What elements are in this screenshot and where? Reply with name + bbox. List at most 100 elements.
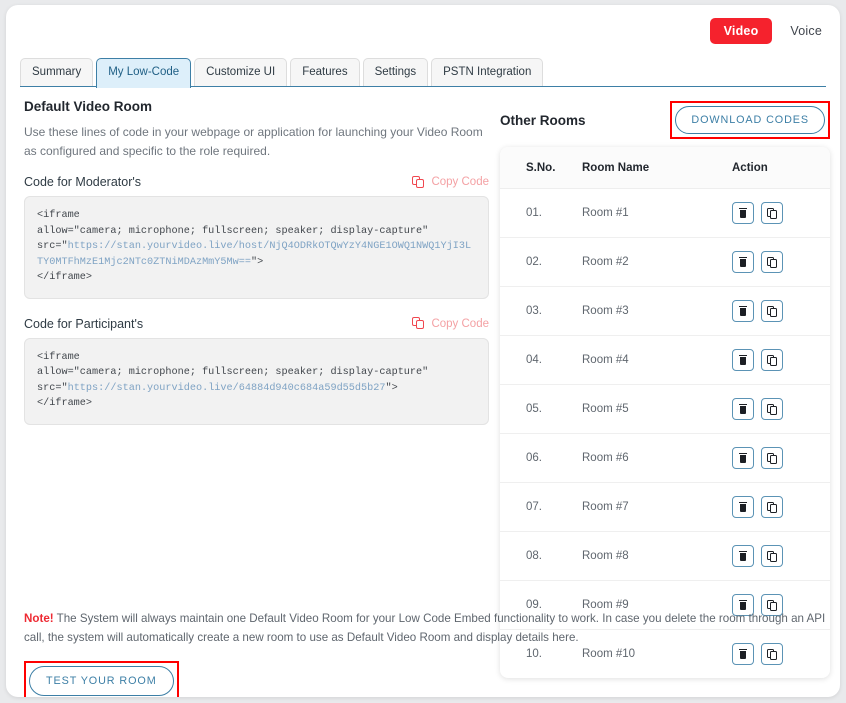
table-row: 03. Room #3: [500, 286, 830, 336]
table-row: 08. Room #8: [500, 531, 830, 581]
delete-room-button[interactable]: [732, 251, 754, 273]
table-row: 06. Room #6: [500, 433, 830, 483]
room-sno: 04.: [500, 335, 582, 385]
moderator-code-header: Code for Moderator's Copy Code: [24, 175, 489, 189]
other-rooms-header: Other Rooms DOWNLOAD CODES: [500, 99, 830, 141]
voice-toggle-button[interactable]: Voice: [786, 18, 826, 44]
rooms-table: S.No. Room Name Action 01. Room #1 02. Room…: [500, 147, 830, 678]
table-row: 01. Room #1: [500, 188, 830, 238]
trash-icon: [739, 256, 747, 268]
tab-bar: Summary My Low-Code Customize UI Feature…: [20, 57, 826, 88]
room-name: Room #5: [582, 384, 732, 434]
app-card: Video Voice Summary My Low-Code Customiz…: [6, 5, 840, 697]
participant-code-url: https://stan.yourvideo.live/64884d940c68…: [67, 382, 386, 394]
room-sno: 05.: [500, 384, 582, 434]
test-your-room-button[interactable]: TEST YOUR ROOM: [29, 666, 174, 696]
copy-room-code-button[interactable]: [761, 202, 783, 224]
tab-my-low-code[interactable]: My Low-Code: [96, 58, 192, 88]
participant-code-block[interactable]: <iframe allow="camera; microphone; fulls…: [24, 337, 489, 425]
trash-icon: [739, 452, 747, 464]
table-row: 04. Room #4: [500, 335, 830, 385]
delete-room-button[interactable]: [732, 545, 754, 567]
table-row: 07. Room #7: [500, 482, 830, 532]
note-tag: Note!: [24, 612, 54, 625]
room-name: Room #2: [582, 237, 732, 287]
tab-summary[interactable]: Summary: [20, 58, 94, 86]
room-name: Room #1: [582, 188, 732, 238]
trash-icon: [739, 501, 747, 513]
download-codes-button[interactable]: DOWNLOAD CODES: [675, 106, 825, 134]
delete-room-button[interactable]: [732, 300, 754, 322]
table-row: 05. Room #5: [500, 384, 830, 434]
delete-room-button[interactable]: [732, 202, 754, 224]
room-sno: 06.: [500, 433, 582, 483]
tab-features[interactable]: Features: [290, 58, 360, 86]
default-video-room-panel: Default Video Room Use these lines of co…: [24, 99, 489, 443]
delete-room-button[interactable]: [732, 349, 754, 371]
row-actions: [732, 300, 830, 322]
delete-room-button[interactable]: [732, 496, 754, 518]
row-actions: [732, 398, 830, 420]
footer-note-section: Note! The System will always maintain on…: [24, 609, 828, 697]
copy-room-code-button[interactable]: [761, 349, 783, 371]
video-toggle-button[interactable]: Video: [709, 18, 773, 44]
column-header-action: Action: [732, 147, 830, 189]
trash-icon: [739, 207, 747, 219]
row-actions: [732, 202, 830, 224]
moderator-copy-code-button[interactable]: Copy Code: [412, 175, 489, 189]
delete-room-button[interactable]: [732, 447, 754, 469]
trash-icon: [739, 550, 747, 562]
delete-room-button[interactable]: [732, 398, 754, 420]
room-name: Room #4: [582, 335, 732, 385]
room-sno: 01.: [500, 188, 582, 238]
copy-room-code-button[interactable]: [761, 300, 783, 322]
other-rooms-panel: Other Rooms DOWNLOAD CODES S.No. Room Na…: [500, 99, 830, 678]
copy-room-code-button[interactable]: [761, 545, 783, 567]
tab-settings[interactable]: Settings: [362, 58, 429, 86]
column-header-sno: S.No.: [500, 147, 582, 189]
row-actions: [732, 447, 830, 469]
footer-note: Note! The System will always maintain on…: [24, 609, 828, 647]
trash-icon: [739, 403, 747, 415]
participant-code-label: Code for Participant's: [24, 316, 144, 331]
copy-icon: [412, 175, 425, 189]
room-sno: 08.: [500, 531, 582, 581]
participant-code-header: Code for Participant's Copy Code: [24, 317, 489, 331]
duplicate-icon: [766, 452, 778, 464]
participant-copy-code-button[interactable]: Copy Code: [412, 317, 489, 330]
download-codes-highlight: DOWNLOAD CODES: [670, 101, 830, 139]
duplicate-icon: [766, 354, 778, 366]
room-name: Room #7: [582, 482, 732, 532]
participant-copy-code-label: Copy Code: [431, 317, 489, 330]
moderator-code-block[interactable]: <iframe allow="camera; microphone; fulls…: [24, 196, 489, 299]
media-type-toggle: Video Voice: [709, 18, 826, 44]
duplicate-icon: [766, 207, 778, 219]
room-sno: 02.: [500, 237, 582, 287]
page-title: Default Video Room: [24, 99, 153, 114]
room-name: Room #6: [582, 433, 732, 483]
column-header-room-name: Room Name: [582, 147, 732, 189]
table-row: 02. Room #2: [500, 237, 830, 287]
copy-room-code-button[interactable]: [761, 398, 783, 420]
duplicate-icon: [766, 403, 778, 415]
page-description: Use these lines of code in your webpage …: [24, 125, 483, 158]
room-sno: 07.: [500, 482, 582, 532]
moderator-code-label: Code for Moderator's: [24, 175, 142, 189]
copy-icon: [412, 317, 425, 330]
copy-room-code-button[interactable]: [761, 447, 783, 469]
rooms-table-card: S.No. Room Name Action 01. Room #1 02. Room…: [500, 147, 830, 678]
row-actions: [732, 349, 830, 371]
note-body: The System will always maintain one Defa…: [24, 612, 826, 644]
table-header-row: S.No. Room Name Action: [500, 147, 830, 189]
duplicate-icon: [766, 550, 778, 562]
trash-icon: [739, 305, 747, 317]
copy-room-code-button[interactable]: [761, 496, 783, 518]
tab-pstn-integration[interactable]: PSTN Integration: [431, 58, 544, 86]
copy-room-code-button[interactable]: [761, 251, 783, 273]
tab-customize-ui[interactable]: Customize UI: [194, 58, 288, 86]
other-rooms-title: Other Rooms: [500, 112, 586, 128]
test-your-room-highlight: TEST YOUR ROOM: [24, 661, 179, 697]
row-actions: [732, 496, 830, 518]
duplicate-icon: [766, 305, 778, 317]
room-sno: 03.: [500, 286, 582, 336]
